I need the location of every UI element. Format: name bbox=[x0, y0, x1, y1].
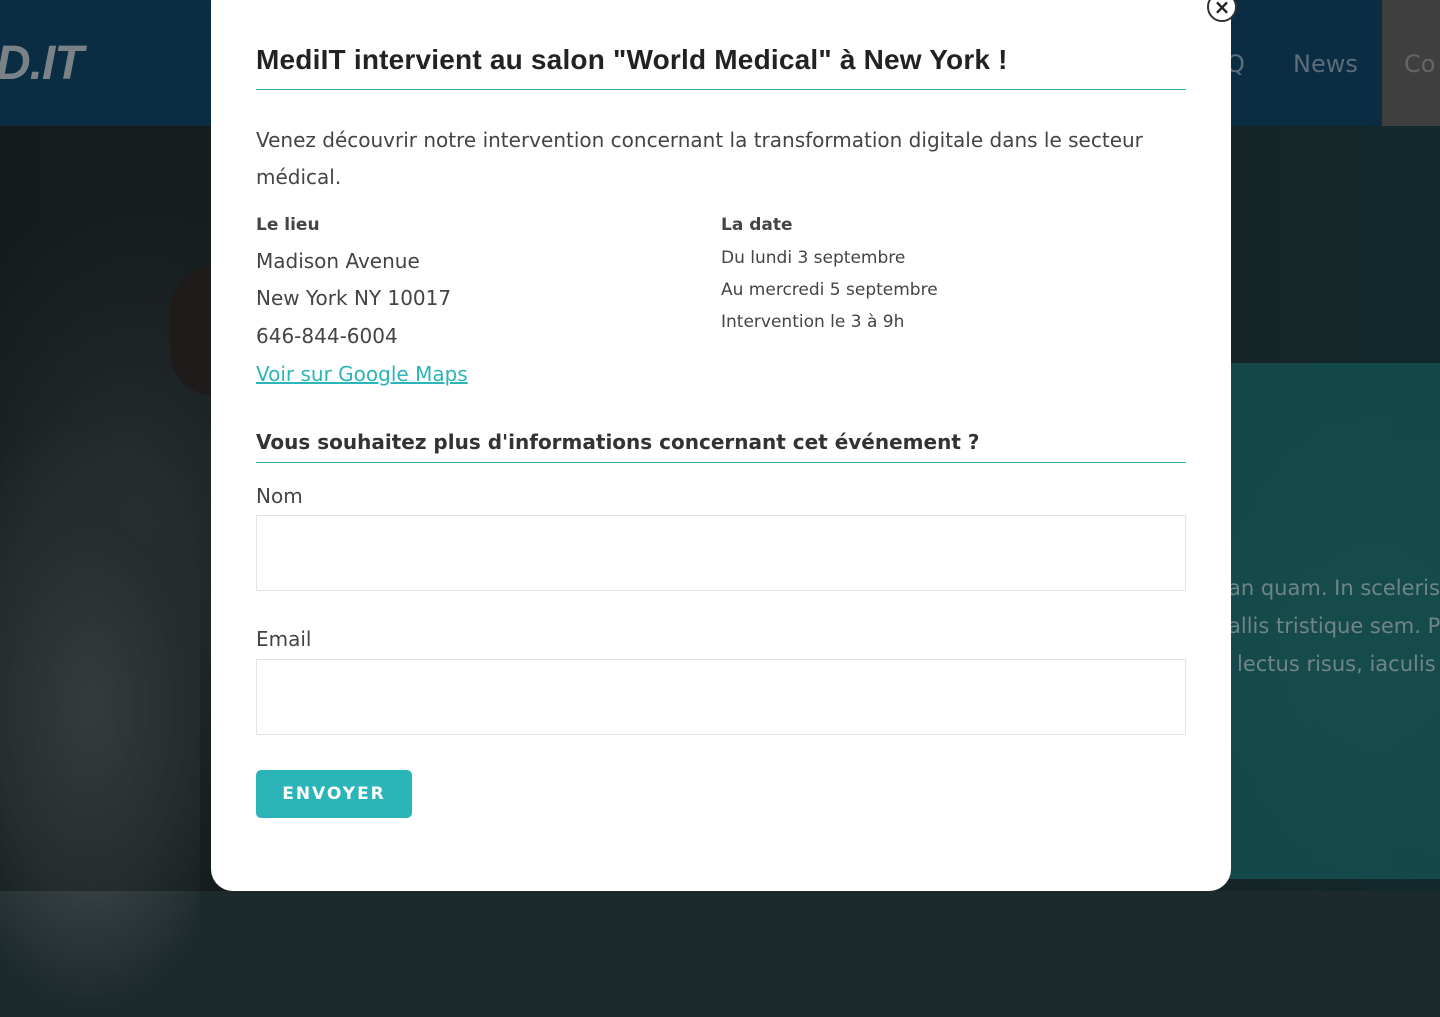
location-heading: Le lieu bbox=[256, 215, 320, 235]
location-line-phone: 646-844-6004 bbox=[256, 324, 398, 348]
form-title-divider bbox=[256, 462, 1186, 463]
date-line-start: Du lundi 3 septembre bbox=[721, 248, 906, 268]
submit-button[interactable]: ENVOYER bbox=[256, 770, 412, 818]
name-label: Nom bbox=[256, 484, 303, 508]
location-line-street: Madison Avenue bbox=[256, 249, 420, 273]
name-field[interactable] bbox=[256, 515, 1186, 591]
email-field[interactable] bbox=[256, 659, 1186, 735]
modal-title: MediIT intervient au salon "World Medica… bbox=[256, 44, 1008, 75]
location-line-city: New York NY 10017 bbox=[256, 286, 452, 310]
form-title: Vous souhaitez plus d'informations conce… bbox=[256, 430, 980, 454]
title-divider bbox=[256, 89, 1186, 90]
date-line-end: Au mercredi 5 septembre bbox=[721, 280, 938, 300]
event-intro: Venez découvrir notre intervention conce… bbox=[256, 128, 1143, 189]
date-heading: La date bbox=[721, 215, 793, 235]
email-label: Email bbox=[256, 627, 312, 651]
google-maps-link[interactable]: Voir sur Google Maps bbox=[256, 362, 468, 386]
date-line-intervention: Intervention le 3 à 9h bbox=[721, 312, 905, 332]
